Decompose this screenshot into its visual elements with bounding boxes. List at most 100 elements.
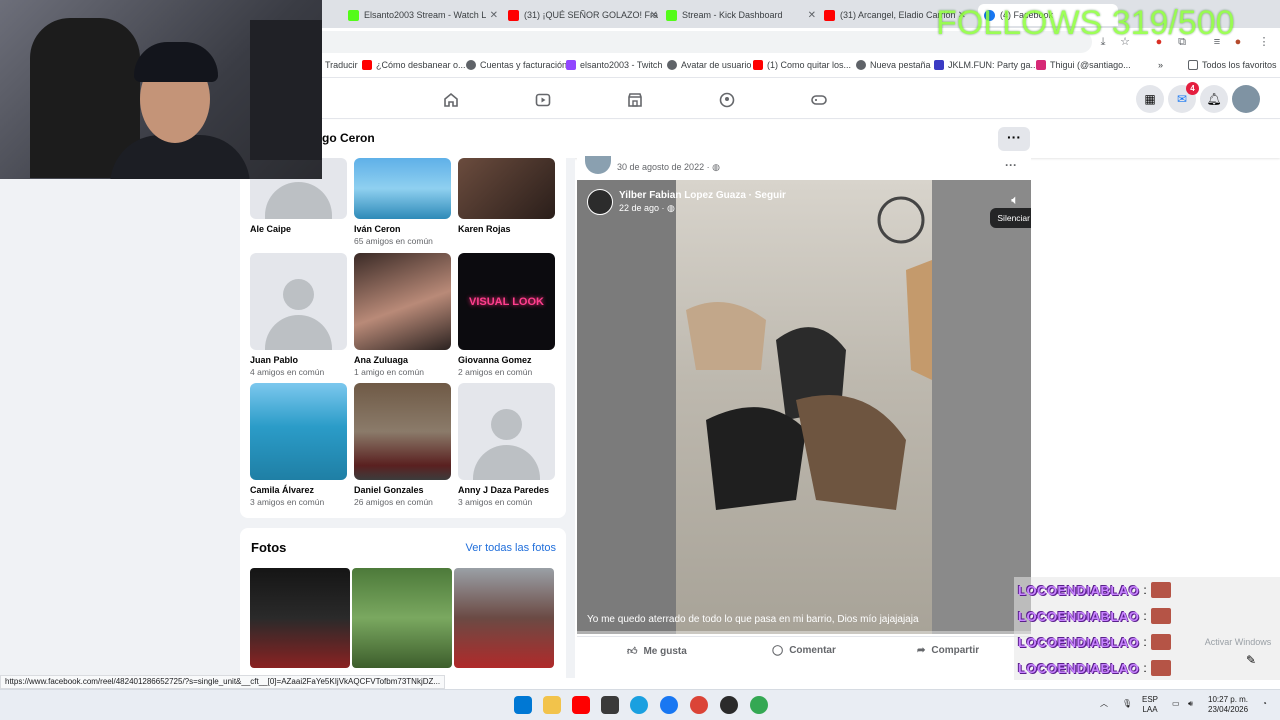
friend-item[interactable]: Iván Ceron 65 amigos en común [354, 158, 452, 246]
menu-grid-icon[interactable]: ▦ [1136, 85, 1164, 113]
bookmark[interactable]: Thigui (@santiago... [1036, 60, 1131, 70]
edit-icon[interactable]: ✎ [1246, 653, 1256, 667]
more-options-button[interactable]: ··· [998, 127, 1030, 151]
friend-photo[interactable] [354, 383, 451, 480]
friend-mutual: 4 amigos en común [250, 367, 325, 377]
microphone-icon[interactable]: 🎙︎ [1122, 699, 1132, 709]
facebook-icon[interactable] [660, 696, 678, 714]
close-icon[interactable]: ✕ [650, 10, 658, 21]
friend-item[interactable]: Anny J Daza Paredes 3 amigos en común [458, 383, 556, 507]
friend-photo[interactable] [354, 253, 451, 350]
video-player[interactable]: Yilber Fabian Lopez Guaza · Seguir 22 de… [577, 180, 1031, 634]
bookmark[interactable]: Nueva pestaña [856, 60, 931, 70]
store-icon[interactable] [601, 696, 619, 714]
menu-icon[interactable]: ⋮ [1256, 34, 1272, 50]
youtube-icon[interactable] [572, 696, 590, 714]
friend-item[interactable]: Ana Zuluaga 1 amigo en común [354, 253, 452, 377]
friend-photo[interactable] [250, 383, 347, 480]
friend-name[interactable]: Ana Zuluaga [354, 355, 452, 365]
share-icon: ➦ [917, 645, 926, 656]
chrome-profile-icon[interactable] [750, 696, 768, 714]
share-button[interactable]: ➦ Compartir [917, 645, 979, 656]
like-button[interactable]: 👍︎ Me gusta [627, 645, 687, 658]
chevron-up-icon[interactable]: ︿ [1100, 699, 1108, 709]
video-progress-bar[interactable] [577, 631, 1031, 634]
bookmark[interactable]: (1) Como quitar los... [753, 60, 851, 70]
friend-item[interactable]: Camila Álvarez 3 amigos en común [250, 383, 348, 507]
chat-message: LOCOENDIABLAO: Activar Windows [1018, 631, 1271, 653]
edge-icon[interactable] [630, 696, 648, 714]
avatar[interactable] [587, 189, 613, 215]
chat-separator: : [1143, 635, 1147, 649]
friend-item[interactable]: Karen Rojas [458, 158, 556, 236]
post-date[interactable]: 30 de agosto de 2022 · ◍ [617, 162, 720, 173]
share-label: Compartir [931, 645, 980, 656]
bookmark[interactable]: Traducir [325, 60, 358, 70]
speaker-icon[interactable]: 🔈︎ [1011, 192, 1019, 208]
friend-mutual: 26 amigos en común [354, 497, 433, 507]
browser-tab[interactable]: Elsanto2003 Stream - Watch L ✕ [342, 4, 500, 26]
video-frame [676, 180, 932, 634]
friend-photo[interactable] [458, 158, 555, 219]
marketplace-icon[interactable] [626, 91, 644, 109]
friend-name[interactable]: Anny J Daza Paredes [458, 485, 556, 495]
notifications-icon[interactable]: ◔ [1262, 699, 1267, 709]
chrome-icon[interactable] [690, 696, 708, 714]
bookmark[interactable]: elsanto2003 - Twitch [566, 60, 662, 70]
photos-title: Fotos [251, 540, 287, 555]
input-language[interactable]: ESP LAA [1142, 695, 1158, 715]
display-icon[interactable]: ▭ [1172, 699, 1180, 709]
friend-name[interactable]: Giovanna Gomez [458, 355, 556, 365]
friend-name[interactable]: Juan Pablo [250, 355, 348, 365]
globe-icon: ◍ [712, 162, 720, 172]
friend-photo[interactable]: VISUAL LOOK [458, 253, 555, 350]
friend-photo[interactable] [250, 253, 347, 350]
video-author[interactable]: Yilber Fabian Lopez Guaza · Seguir [619, 190, 786, 201]
friend-photo[interactable] [458, 383, 555, 480]
all-favorites[interactable]: Todos los favoritos [1188, 60, 1277, 70]
avatar[interactable] [585, 156, 611, 174]
friend-name[interactable]: Camila Álvarez [250, 485, 348, 495]
bookmark-label: Cuentas y facturación [480, 60, 568, 70]
photo-thumbnail[interactable] [454, 568, 554, 668]
bookmark[interactable]: Cuentas y facturación [466, 60, 567, 70]
chat-username: LOCOENDIABLAO [1018, 608, 1140, 624]
groups-icon[interactable] [718, 91, 736, 109]
gaming-icon[interactable] [810, 91, 828, 109]
video-blur-right [932, 180, 1031, 634]
photo-thumbnail[interactable] [352, 568, 452, 668]
account-avatar[interactable] [1232, 85, 1260, 113]
bell-icon[interactable]: 🔔︎ [1200, 85, 1228, 113]
close-icon[interactable]: ✕ [808, 10, 816, 21]
post-options-icon[interactable]: ··· [1005, 158, 1017, 172]
instagram-icon [1036, 60, 1046, 70]
chat-separator: : [1143, 583, 1147, 597]
video-icon[interactable] [534, 91, 552, 109]
bookmark[interactable]: ¿Cómo desbanear o... [362, 60, 466, 70]
windows-start-icon[interactable] [514, 696, 532, 714]
file-explorer-icon[interactable] [543, 696, 561, 714]
chevron-right-icon[interactable]: » [1158, 60, 1163, 70]
friend-name[interactable]: Karen Rojas [458, 224, 556, 234]
clock[interactable]: 10:27 p. m. 23/04/2026 [1208, 695, 1248, 715]
see-all-photos-link[interactable]: Ver todas las fotos [466, 542, 557, 554]
bookmark[interactable]: Avatar de usuario [667, 60, 751, 70]
friend-name[interactable]: Iván Ceron [354, 224, 452, 234]
friend-photo[interactable] [354, 158, 451, 219]
comment-button[interactable]: ◯ Comentar [772, 645, 836, 656]
friend-item[interactable]: VISUAL LOOK Giovanna Gomez 2 amigos en c… [458, 253, 556, 377]
browser-tab[interactable]: (31) ¡QUÉ SEÑOR GOLAZO! Fra ✕ [502, 4, 660, 26]
friend-name[interactable]: Ale Caipe [250, 224, 348, 234]
browser-tab[interactable]: Stream - Kick Dashboard ✕ [660, 4, 818, 26]
bookmark[interactable]: JKLM.FUN: Party ga... [934, 60, 1038, 70]
friend-item[interactable]: Juan Pablo 4 amigos en común [250, 253, 348, 377]
volume-icon[interactable]: 🔊︎ [1188, 699, 1193, 709]
friend-item[interactable]: Daniel Gonzales 26 amigos en común [354, 383, 452, 507]
home-icon[interactable] [442, 91, 460, 109]
photo-thumbnail[interactable] [250, 568, 350, 668]
video-blur-left [577, 180, 676, 634]
friend-name[interactable]: Daniel Gonzales [354, 485, 452, 495]
windows-taskbar: ︿ 🎙︎ ESP LAA ▭ 🔊︎ 10:27 p. m. 23/04/2026 ◔ [0, 689, 1280, 720]
close-icon[interactable]: ✕ [490, 10, 498, 21]
obs-icon[interactable] [720, 696, 738, 714]
